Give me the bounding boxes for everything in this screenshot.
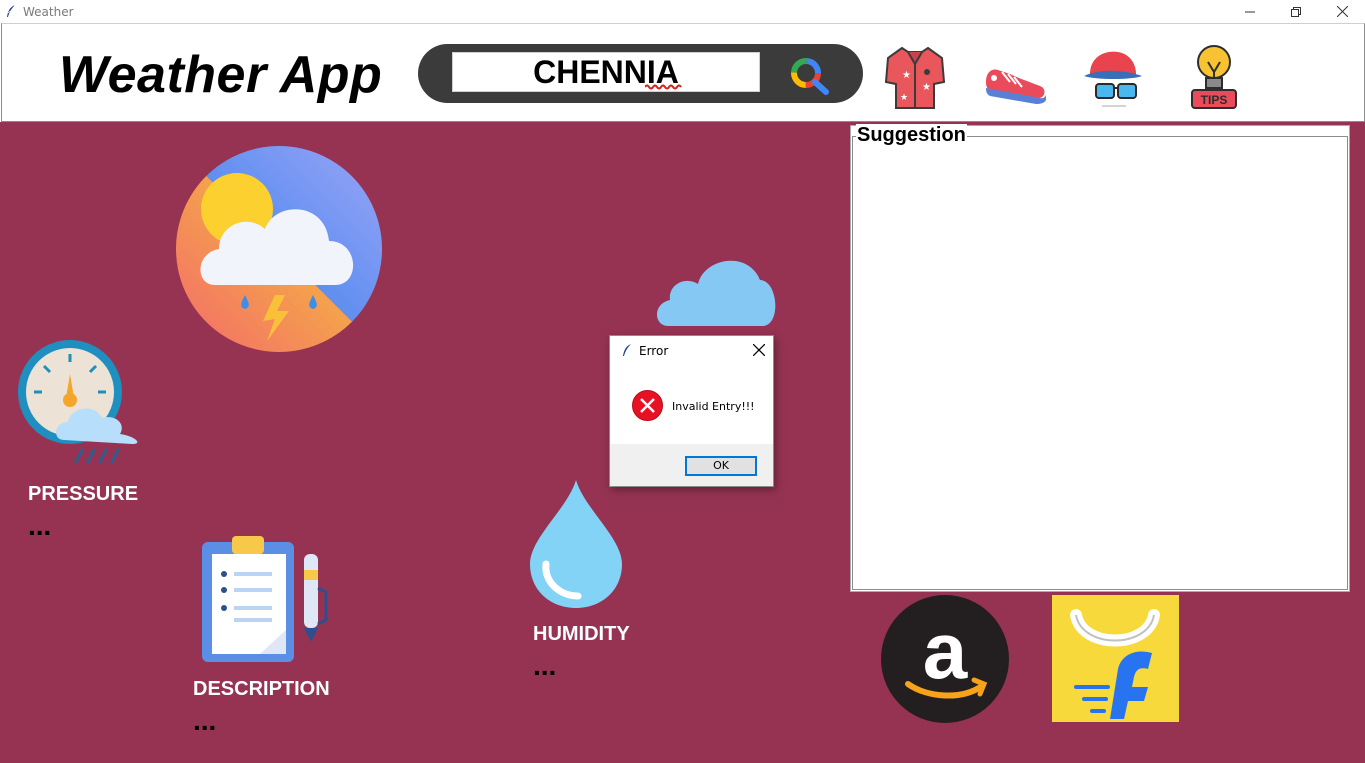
city-search-input[interactable] — [452, 52, 760, 92]
sneaker-icon[interactable] — [980, 42, 1050, 112]
search-bar — [418, 44, 863, 103]
flipkart-icon[interactable] — [1052, 595, 1179, 722]
window-titlebar: Weather — [0, 0, 1365, 23]
svg-text:a: a — [923, 606, 968, 695]
clipboard-icon — [202, 536, 328, 662]
cap-sunglasses-icon[interactable] — [1082, 42, 1148, 112]
minimize-icon — [1245, 11, 1255, 12]
shirt-icon[interactable]: ★ ★ ★ — [882, 42, 948, 112]
svg-text:★: ★ — [902, 70, 911, 81]
app-title: Weather App — [59, 46, 383, 104]
restore-button[interactable] — [1273, 0, 1319, 23]
tips-bulb-icon[interactable]: TIPS — [1184, 42, 1250, 112]
pressure-gauge-icon — [18, 340, 138, 464]
error-icon — [632, 390, 663, 421]
suggestion-title: Suggestion — [856, 124, 967, 147]
dialog-title: Error — [639, 344, 669, 358]
cloud-icon — [657, 260, 776, 326]
description-label: DESCRIPTION — [193, 678, 330, 700]
humidity-label: HUMIDITY — [533, 623, 630, 645]
humidity-value: ... — [533, 650, 557, 681]
feather-icon — [623, 344, 631, 356]
weather-condition-icon — [176, 146, 382, 352]
search-button[interactable] — [784, 52, 834, 96]
dialog-message: Invalid Entry!!! — [672, 400, 755, 413]
dialog-close-icon[interactable] — [753, 344, 765, 356]
spellcheck-underline — [645, 84, 682, 90]
suggestion-textbox[interactable] — [852, 136, 1348, 590]
ok-button[interactable]: OK — [685, 456, 757, 476]
close-icon — [1336, 6, 1348, 17]
svg-text:★: ★ — [900, 93, 908, 103]
description-value: ... — [193, 705, 217, 736]
pressure-value: ... — [28, 510, 52, 541]
restore-icon — [1291, 6, 1301, 17]
minimize-button[interactable] — [1227, 0, 1273, 23]
pressure-label: PRESSURE — [28, 483, 139, 505]
close-button[interactable] — [1319, 0, 1365, 23]
feather-icon — [7, 4, 16, 17]
svg-text:★: ★ — [922, 82, 931, 93]
tips-label: TIPS — [1201, 93, 1228, 107]
error-dialog: Error Invalid Entry!!! OK — [609, 335, 774, 487]
water-drop-icon — [530, 480, 622, 608]
app-header: Weather App ★ ★ ★ — [1, 23, 1365, 122]
search-icon — [791, 58, 829, 95]
dialog-footer: OK — [610, 444, 773, 486]
amazon-icon[interactable]: a — [880, 594, 1010, 724]
window-title: Weather — [23, 5, 74, 19]
